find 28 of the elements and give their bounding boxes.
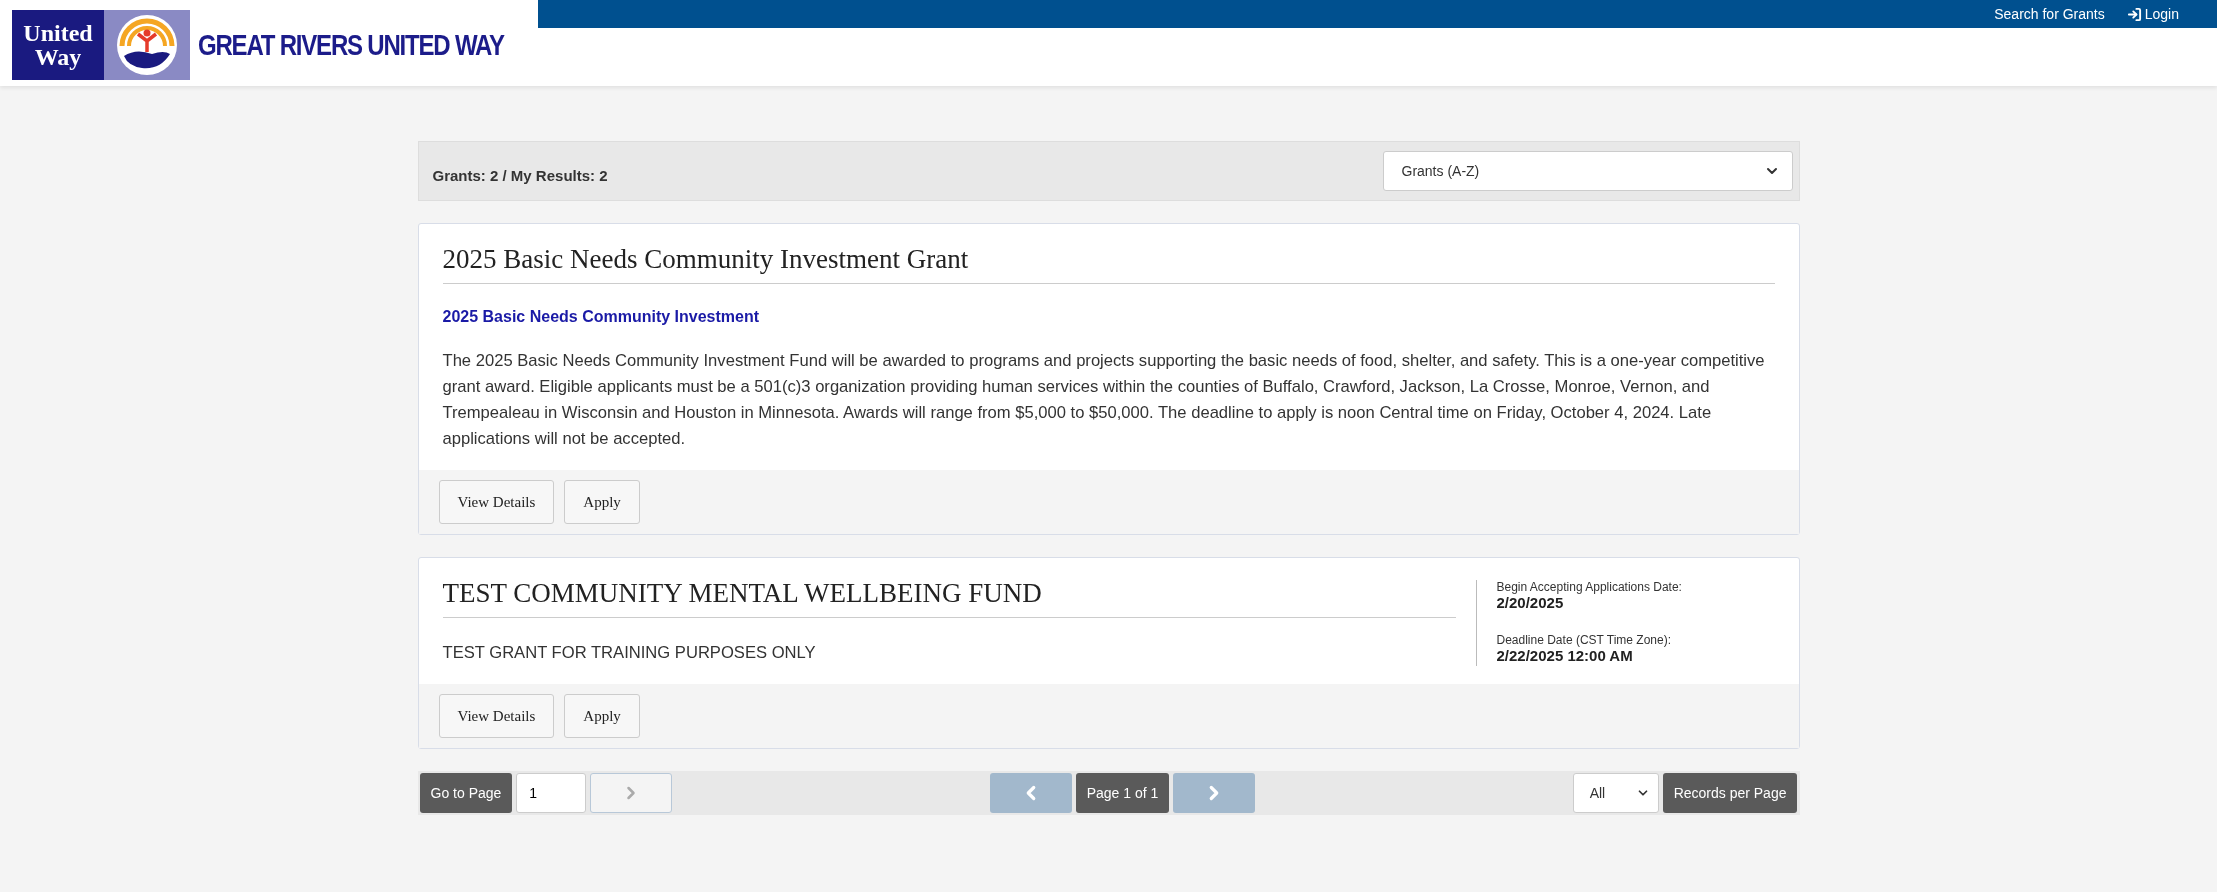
logo-word: United — [23, 21, 93, 45]
sort-select[interactable]: Grants (A-Z) — [1382, 151, 1793, 191]
grant-description: TEST GRANT FOR TRAINING PURPOSES ONLY — [442, 642, 817, 664]
hand-rainbow-icon — [116, 14, 178, 76]
date-label: Begin Accepting Applications Date: — [1496, 580, 1683, 594]
page-input[interactable]: 1 — [516, 773, 587, 813]
go-to-page-label: Go to Page — [419, 773, 513, 813]
nav-link[interactable]: Search for Grants — [1994, 6, 2105, 22]
records-select[interactable]: All — [1572, 773, 1659, 813]
page-info: Page 1 of 1 — [1075, 773, 1170, 813]
apply-button[interactable]: Apply — [564, 694, 640, 738]
view-details-button[interactable]: View Details — [438, 480, 555, 524]
grant-title: TEST COMMUNITY MENTAL WELLBEING FUND — [442, 578, 1456, 618]
results-summary: Grants: 2 / My Results: 2 — [432, 165, 608, 184]
date-label: Deadline Date (CST Time Zone): — [1496, 633, 1672, 647]
apply-button[interactable]: Apply — [564, 480, 640, 524]
records-per-page-label: Records per Page — [1662, 773, 1798, 813]
grant-title: 2025 Basic Needs Community Investment Grant — [442, 244, 1775, 284]
view-details-button[interactable]: View Details — [438, 694, 555, 738]
go-button[interactable] — [590, 773, 673, 813]
org-name: GREAT RIVERS UNITED WAY — [198, 27, 504, 63]
grant-description: The 2025 Basic Needs Community Investment Fund will be awarded to programs and projects supporting the basic needs of food, shelter, and safety. This is a one-year competitive grant award. Eligible applicants must be a 501(c)3 organization providing human services within the counties of Buffalo, Crawford, Jackson, La Crosse, Monroe, Vernon, and Trempealeau in Wisconsin and Houston in Minnesota. Awards will range from $5,000 to $50,000. The deadline to apply is noon Central time on Friday, October 4, 2024. Late applications will not be accepted. — [442, 350, 1766, 450]
login-icon — [2126, 6, 2142, 22]
logo-word: Way — [34, 45, 82, 69]
date-value: 2/20/2025 — [1496, 594, 1565, 611]
grant-link[interactable]: 2025 Basic Needs Community Investment — [442, 308, 1775, 326]
login-link[interactable]: Login — [2126, 6, 2179, 22]
date-value: 2/22/2025 12:00 AM — [1496, 647, 1634, 664]
